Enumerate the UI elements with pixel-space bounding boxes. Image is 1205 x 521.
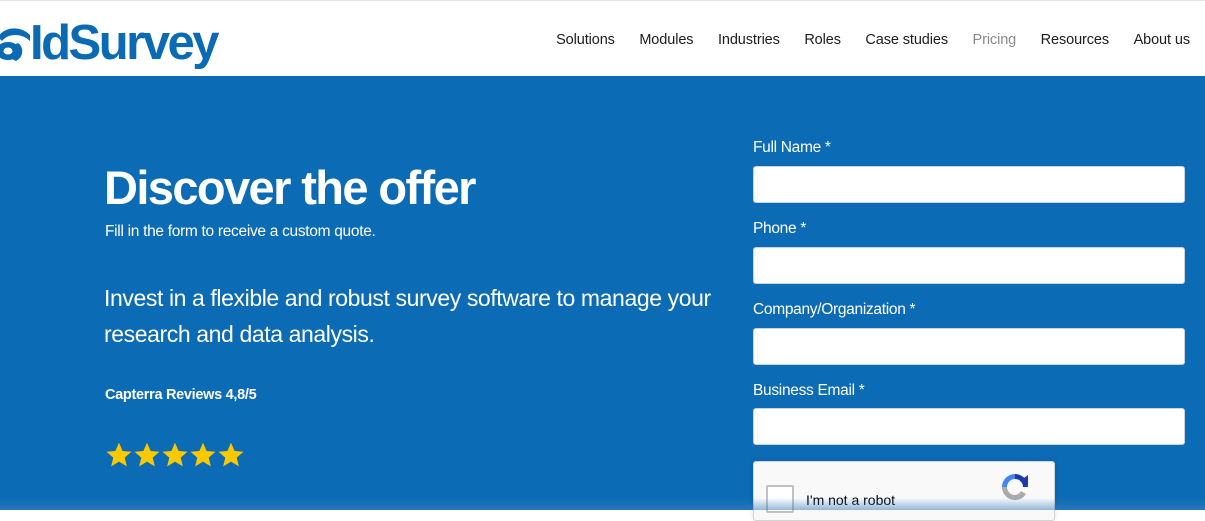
rating-stars (105, 441, 245, 469)
nav-item-solutions[interactable]: Solutions (556, 32, 615, 48)
main-nav: Solutions Modules Industries Roles Case … (532, 32, 1190, 48)
phone-label: Phone * (753, 220, 807, 237)
phone-input[interactable] (753, 247, 1185, 284)
company-label: Company/Organization * (753, 301, 916, 318)
nav-item-modules[interactable]: Modules (639, 32, 693, 48)
star-icon (190, 442, 216, 467)
nav-item-case-studies[interactable]: Case studies (865, 32, 948, 48)
star-icon (134, 442, 160, 467)
recaptcha-widget: I'm not a robot (753, 461, 1055, 521)
lead-text: Invest in a flexible and robust survey s… (104, 285, 711, 347)
star-icon (162, 442, 188, 467)
business-email-label: Business Email * (753, 382, 865, 399)
nav-item-about-us[interactable]: About us (1134, 32, 1191, 48)
company-input[interactable] (753, 328, 1185, 365)
rating-label: Capterra Reviews 4,8/5 (105, 387, 257, 403)
full-name-input[interactable] (753, 166, 1185, 203)
logo-text: IdSurvey (30, 15, 219, 70)
nav-item-industries[interactable]: Industries (718, 32, 780, 48)
nav-item-roles[interactable]: Roles (804, 32, 841, 48)
logo-link[interactable]: IdSurvey (0, 15, 219, 71)
hero-section: Discover the offer Fill in the form to r… (0, 76, 1205, 521)
nav-item-pricing[interactable]: Pricing (973, 32, 1017, 48)
star-icon (106, 442, 132, 467)
logo-mark-icon (0, 28, 30, 61)
business-email-input[interactable] (753, 408, 1185, 445)
page-title: Discover the offer (104, 161, 476, 214)
nav-item-resources[interactable]: Resources (1041, 32, 1110, 48)
site-header: IdSurvey Solutions Modules Industries Ro… (0, 1, 1205, 76)
full-name-label: Full Name * (753, 139, 831, 156)
page-subtitle: Fill in the form to receive a custom quo… (105, 223, 376, 240)
star-icon (218, 442, 244, 467)
hero-bottom-fade (0, 498, 1205, 510)
